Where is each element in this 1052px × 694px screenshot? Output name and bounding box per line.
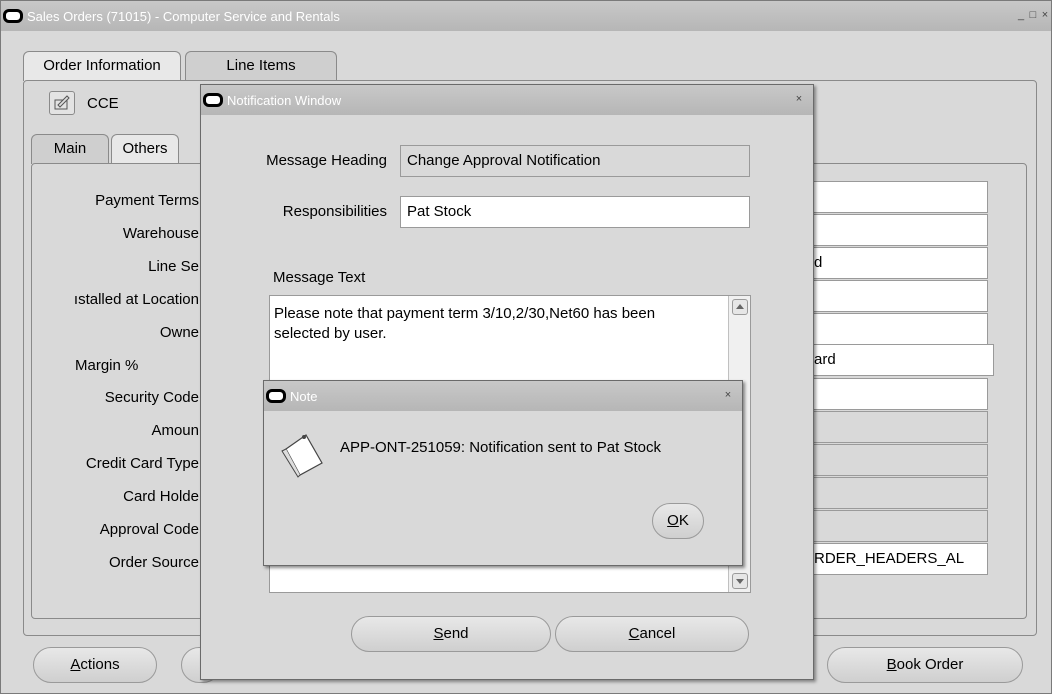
note-titlebar[interactable]: Note × <box>264 381 742 411</box>
approval-code-label: Approval Code <box>99 521 199 538</box>
main-titlebar[interactable]: Sales Orders (71015) - Computer Service … <box>1 1 1051 31</box>
subtab-label: Others <box>122 140 168 157</box>
right-field[interactable] <box>807 378 988 410</box>
scroll-down-arrow[interactable] <box>732 573 748 589</box>
credit-card-type-label: Credit Card Type <box>85 455 199 472</box>
right-field <box>807 510 988 542</box>
right-field[interactable] <box>807 280 988 312</box>
order-source-label: Order Source <box>108 554 199 571</box>
subtab-label: Main <box>53 140 87 157</box>
customer-short-name: CCE <box>87 95 119 112</box>
message-heading-field: Change Approval Notification <box>400 145 750 177</box>
actions-button[interactable]: Actions <box>33 647 157 683</box>
note-message: APP-ONT-251059: Notification sent to Pat… <box>340 439 661 456</box>
ok-button[interactable]: OK <box>652 503 704 539</box>
amount-label: Amoun <box>151 422 199 439</box>
tab-label: Line Items <box>226 57 296 74</box>
right-field[interactable]: d <box>807 247 988 279</box>
book-order-button[interactable]: Book Order <box>827 647 1023 683</box>
owner-label: Owne <box>159 324 199 341</box>
security-code-label: Security Code <box>104 389 199 406</box>
responsibilities-field[interactable]: Pat Stock <box>400 196 750 228</box>
responsibilities-label: Responsibilities <box>282 203 387 220</box>
margin-percent-label: Margin % <box>75 357 139 374</box>
right-field[interactable] <box>807 214 988 246</box>
scroll-up-arrow[interactable] <box>732 299 748 315</box>
oracle-icon <box>266 389 286 403</box>
note-title: Note <box>290 389 318 404</box>
window-title: Sales Orders (71015) - Computer Service … <box>27 9 340 24</box>
notification-titlebar[interactable]: Notification Window × <box>201 85 813 115</box>
line-set-label: Line Se <box>148 258 199 275</box>
subtab-main[interactable]: Main <box>31 134 109 164</box>
message-text-label: Message Text <box>273 269 366 286</box>
tab-label: Order Information <box>43 57 161 74</box>
note-icon <box>278 427 328 479</box>
close-icon[interactable]: × <box>793 93 805 105</box>
right-field[interactable] <box>807 181 988 213</box>
message-heading-label: Message Heading <box>266 152 387 169</box>
tab-line-items[interactable]: Line Items <box>185 51 337 81</box>
installed-at-location-label: ıstalled at Location <box>73 291 199 308</box>
maximize-icon[interactable]: □ <box>1027 9 1039 21</box>
right-field <box>807 477 988 509</box>
subtab-others[interactable]: Others <box>111 134 179 164</box>
oracle-icon <box>203 93 223 107</box>
right-field <box>807 411 988 443</box>
right-field[interactable] <box>807 313 988 345</box>
right-field[interactable]: ard <box>807 344 994 376</box>
warehouse-label: Warehouse <box>122 225 199 242</box>
message-text-content: Please note that payment term 3/10,2/30,… <box>274 305 656 342</box>
order-source-ref-field[interactable]: RDER_HEADERS_AL <box>807 543 988 575</box>
right-field <box>807 444 988 476</box>
note-dialog: Note × APP-ONT-251059: Notification sent… <box>263 380 743 566</box>
tab-order-information[interactable]: Order Information <box>23 51 181 81</box>
edit-icon[interactable] <box>49 91 75 115</box>
send-button[interactable]: Send <box>351 616 551 652</box>
close-icon[interactable]: × <box>722 389 734 401</box>
close-icon[interactable]: × <box>1039 9 1051 21</box>
oracle-icon <box>3 9 23 23</box>
notification-title: Notification Window <box>227 93 342 108</box>
cancel-button[interactable]: Cancel <box>555 616 749 652</box>
payment-terms-label: Payment Terms <box>95 192 199 209</box>
card-holder-label: Card Holde <box>123 488 199 505</box>
minimize-icon[interactable]: _ <box>1015 9 1027 21</box>
